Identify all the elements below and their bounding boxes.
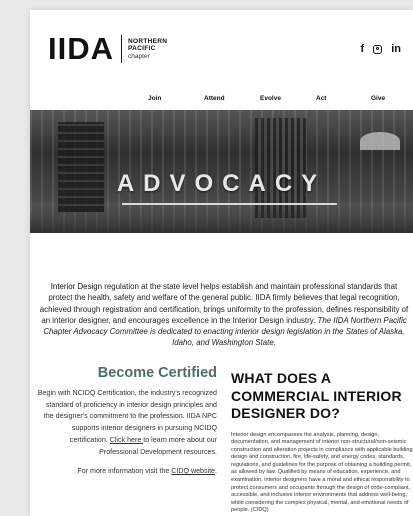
become-certified-section: Become Certified Begin with NCIDQ Certif… [36,364,217,478]
nav-act[interactable]: Act [316,95,326,102]
chapter-line-2: PACIFIC [128,45,156,53]
hero-underline [122,203,337,205]
social-links: f in [361,43,401,55]
commercial-designer-body: Interior design encompasses the analysis… [231,431,413,514]
intro-lead: Interior Design [50,282,103,291]
click-here-link[interactable]: Click here [110,436,144,444]
hero-floor [30,205,413,233]
more-info-paragraph: For more information visit the CIDQ webs… [36,466,217,478]
more-info-period: . [215,467,217,476]
logo-divider [121,35,122,63]
hero-shelving [58,122,104,212]
commercial-designer-section: WHAT DOES A COMMERCIAL INTERIOR DESIGNER… [231,370,413,515]
instagram-icon[interactable] [373,44,383,54]
nav-evolve[interactable]: Evolve [260,95,281,102]
nav-attend[interactable]: Attend [204,95,225,102]
intro-paragraph: Interior Design regulation at the state … [38,281,410,349]
logo-mark: IIDA [48,31,114,66]
iida-logo[interactable]: IIDA NORTHERN PACIFIC chapter [48,31,167,66]
cidq-website-link[interactable]: CIDQ website [171,467,215,475]
hero-lamp [360,132,400,150]
become-certified-heading: Become Certified [97,365,217,381]
linkedin-icon[interactable]: in [391,43,401,55]
chapter-line-1: NORTHERN [128,37,168,45]
hero-banner: ADVOCACY [30,110,413,233]
nav-join[interactable]: Join [148,95,161,102]
logo-chapter-name: NORTHERN PACIFIC chapter [128,38,167,61]
certification-paragraph: Begin with NCIDQ Certification, the indu… [36,388,217,458]
nav-give[interactable]: Give [371,95,385,102]
main-nav: Join Attend Evolve Act Give [120,95,413,107]
more-info-text: For more information visit the [77,467,172,476]
commercial-designer-heading: WHAT DOES A COMMERCIAL INTERIOR DESIGNER… [231,370,402,421]
facebook-icon[interactable]: f [361,43,365,55]
page: IIDA NORTHERN PACIFIC chapter f in Join … [30,10,413,516]
chapter-line-3: chapter [128,52,150,60]
hero-title: ADVOCACY [116,170,327,197]
